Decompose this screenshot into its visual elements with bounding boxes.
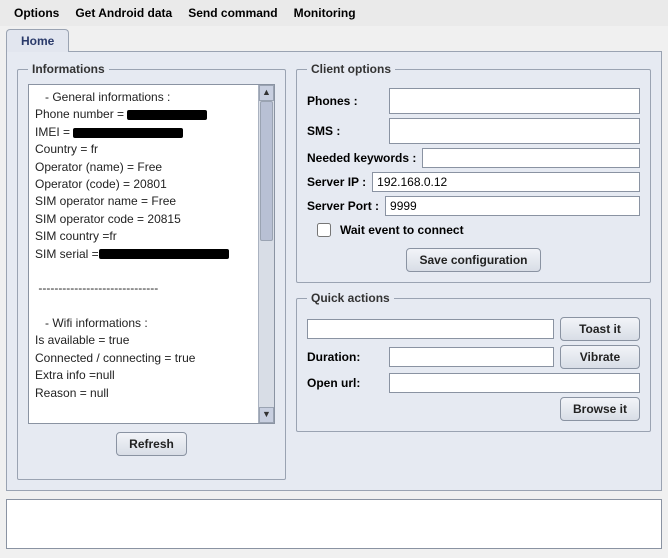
redacted-value — [99, 249, 229, 259]
informations-legend: Informations — [28, 62, 109, 76]
open-url-label: Open url: — [307, 376, 383, 390]
menu-send-command[interactable]: Send command — [182, 4, 283, 22]
info-line: Operator (name) = Free — [35, 159, 256, 176]
menubar: Options Get Android data Send command Mo… — [0, 0, 668, 26]
info-line: Reason = null — [35, 385, 256, 402]
info-line: - Wifi informations : — [35, 315, 256, 332]
scroll-up-icon[interactable]: ▲ — [259, 85, 274, 101]
phones-label: Phones : — [307, 94, 383, 108]
info-line — [35, 263, 256, 280]
info-line: SIM operator code = 20815 — [35, 211, 256, 228]
info-line: Extra info =null — [35, 367, 256, 384]
menu-get-android-data[interactable]: Get Android data — [69, 4, 178, 22]
client-options-group: Client options Phones : SMS : Needed key… — [296, 62, 651, 283]
scroll-track[interactable] — [259, 101, 274, 407]
info-line: IMEI = — [35, 124, 256, 141]
browse-button[interactable]: Browse it — [560, 397, 640, 421]
info-line: SIM operator name = Free — [35, 193, 256, 210]
duration-input[interactable] — [389, 347, 554, 367]
save-configuration-button[interactable]: Save configuration — [406, 248, 540, 272]
scroll-thumb[interactable] — [260, 101, 273, 241]
info-line: Phone number = — [35, 106, 256, 123]
menu-options[interactable]: Options — [8, 4, 65, 22]
redacted-value — [127, 110, 207, 120]
sms-label: SMS : — [307, 124, 383, 138]
info-line: SIM country =fr — [35, 228, 256, 245]
informations-group: Informations - General informations : Ph… — [17, 62, 286, 480]
duration-label: Duration: — [307, 350, 383, 364]
server-port-label: Server Port : — [307, 199, 379, 213]
menu-monitoring[interactable]: Monitoring — [288, 4, 362, 22]
info-line: Is available = true — [35, 332, 256, 349]
keywords-input[interactable] — [422, 148, 640, 168]
vibrate-button[interactable]: Vibrate — [560, 345, 640, 369]
info-line: ------------------------------ — [35, 280, 256, 297]
redacted-value — [73, 128, 183, 138]
scroll-down-icon[interactable]: ▼ — [259, 407, 274, 423]
info-line: SIM serial = — [35, 246, 256, 263]
quick-actions-legend: Quick actions — [307, 291, 394, 305]
info-line: Connected / connecting = true — [35, 350, 256, 367]
wait-event-label: Wait event to connect — [340, 223, 464, 237]
toast-input[interactable] — [307, 319, 554, 339]
info-line — [35, 298, 256, 315]
main-panel: Informations - General informations : Ph… — [6, 51, 662, 491]
server-ip-label: Server IP : — [307, 175, 366, 189]
informations-text: - General informations : Phone number = … — [28, 84, 275, 424]
wait-event-checkbox[interactable] — [317, 223, 331, 237]
bottom-output[interactable] — [6, 499, 662, 549]
open-url-input[interactable] — [389, 373, 640, 393]
phones-input[interactable] — [389, 88, 640, 114]
info-line: ------------------------------ — [35, 419, 256, 424]
client-options-legend: Client options — [307, 62, 395, 76]
info-line: Operator (code) = 20801 — [35, 176, 256, 193]
tab-bar: Home — [6, 28, 662, 51]
info-scrollbar[interactable]: ▲ ▼ — [258, 85, 274, 423]
toast-button[interactable]: Toast it — [560, 317, 640, 341]
refresh-button[interactable]: Refresh — [116, 432, 187, 456]
sms-input[interactable] — [389, 118, 640, 144]
tab-home[interactable]: Home — [6, 29, 69, 52]
keywords-label: Needed keywords : — [307, 151, 416, 165]
server-port-input[interactable] — [385, 196, 640, 216]
info-line — [35, 402, 256, 419]
info-line: Country = fr — [35, 141, 256, 158]
quick-actions-group: Quick actions Toast it Duration: Vibrate… — [296, 291, 651, 432]
server-ip-input[interactable] — [372, 172, 640, 192]
info-line: - General informations : — [35, 89, 256, 106]
